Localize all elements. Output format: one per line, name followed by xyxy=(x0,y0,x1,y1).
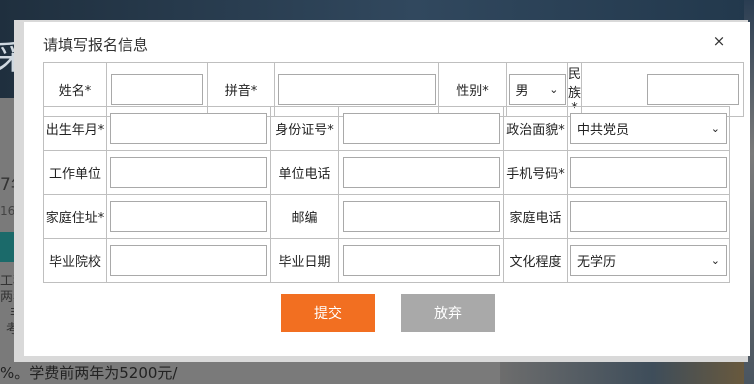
dialog-title: 请填写报名信息 xyxy=(43,36,149,54)
form-row: 工作单位 单位电话 手机号码* xyxy=(43,150,730,195)
pinyin-input[interactable] xyxy=(277,74,436,105)
home-phone-input[interactable] xyxy=(570,201,727,232)
label-home-address: 家庭住址* xyxy=(43,194,107,239)
close-icon[interactable]: × xyxy=(712,33,726,49)
label-school: 毕业院校 xyxy=(43,238,107,283)
work-phone-input[interactable] xyxy=(342,157,500,188)
submit-button[interactable]: 提交 xyxy=(281,294,375,332)
label-employer: 工作单位 xyxy=(43,150,107,195)
label-graduation-date: 毕业日期 xyxy=(270,238,339,283)
political-status-value: 中共党员 xyxy=(577,123,630,138)
postcode-input[interactable] xyxy=(342,201,500,232)
label-mobile: 手机号码* xyxy=(503,150,568,195)
birthdate-input[interactable] xyxy=(110,113,267,144)
chevron-down-icon: ⌄ xyxy=(549,83,559,96)
gender-select[interactable]: 男 ⌄ xyxy=(508,74,566,105)
registration-form-lower: 出生年月* 身份证号* 政治面貌* 中共党员 ⌄ 工作单位 单位电话 手机号码*… xyxy=(43,106,730,283)
id-number-input[interactable] xyxy=(342,113,500,144)
registration-dialog: 请填写报名信息 × 姓名* 拼音* 性别* 男 ⌄ 民族* 出生年月* 身份证号… xyxy=(24,22,750,356)
form-row: 毕业院校 毕业日期 文化程度 无学历 ⌄ xyxy=(43,238,730,283)
background-bottom-text: %。学费前两年为5200元/ xyxy=(0,364,178,382)
home-address-input[interactable] xyxy=(110,201,267,232)
mobile-input[interactable] xyxy=(570,157,727,188)
label-work-phone: 单位电话 xyxy=(270,150,339,195)
label-political-status: 政治面貌* xyxy=(503,106,568,151)
political-status-select[interactable]: 中共党员 ⌄ xyxy=(570,113,727,144)
gender-select-value: 男 xyxy=(515,84,529,99)
label-home-phone: 家庭电话 xyxy=(503,194,568,239)
name-input[interactable] xyxy=(111,74,203,105)
label-id-number: 身份证号* xyxy=(270,106,339,151)
label-postcode: 邮编 xyxy=(270,194,339,239)
label-education-level: 文化程度 xyxy=(503,238,568,283)
school-input[interactable] xyxy=(110,245,267,276)
form-row: 出生年月* 身份证号* 政治面貌* 中共党员 ⌄ xyxy=(43,106,730,151)
label-birthdate: 出生年月* xyxy=(43,106,107,151)
education-level-select[interactable]: 无学历 ⌄ xyxy=(570,245,727,276)
cancel-button[interactable]: 放弃 xyxy=(401,294,495,332)
employer-input[interactable] xyxy=(110,157,267,188)
form-row: 家庭住址* 邮编 家庭电话 xyxy=(43,194,730,239)
chevron-down-icon: ⌄ xyxy=(710,254,720,267)
background-code: 16 xyxy=(0,204,16,218)
ethnicity-input[interactable] xyxy=(647,74,740,105)
chevron-down-icon: ⌄ xyxy=(710,122,720,135)
graduation-date-input[interactable] xyxy=(342,245,500,276)
education-level-value: 无学历 xyxy=(577,255,617,270)
